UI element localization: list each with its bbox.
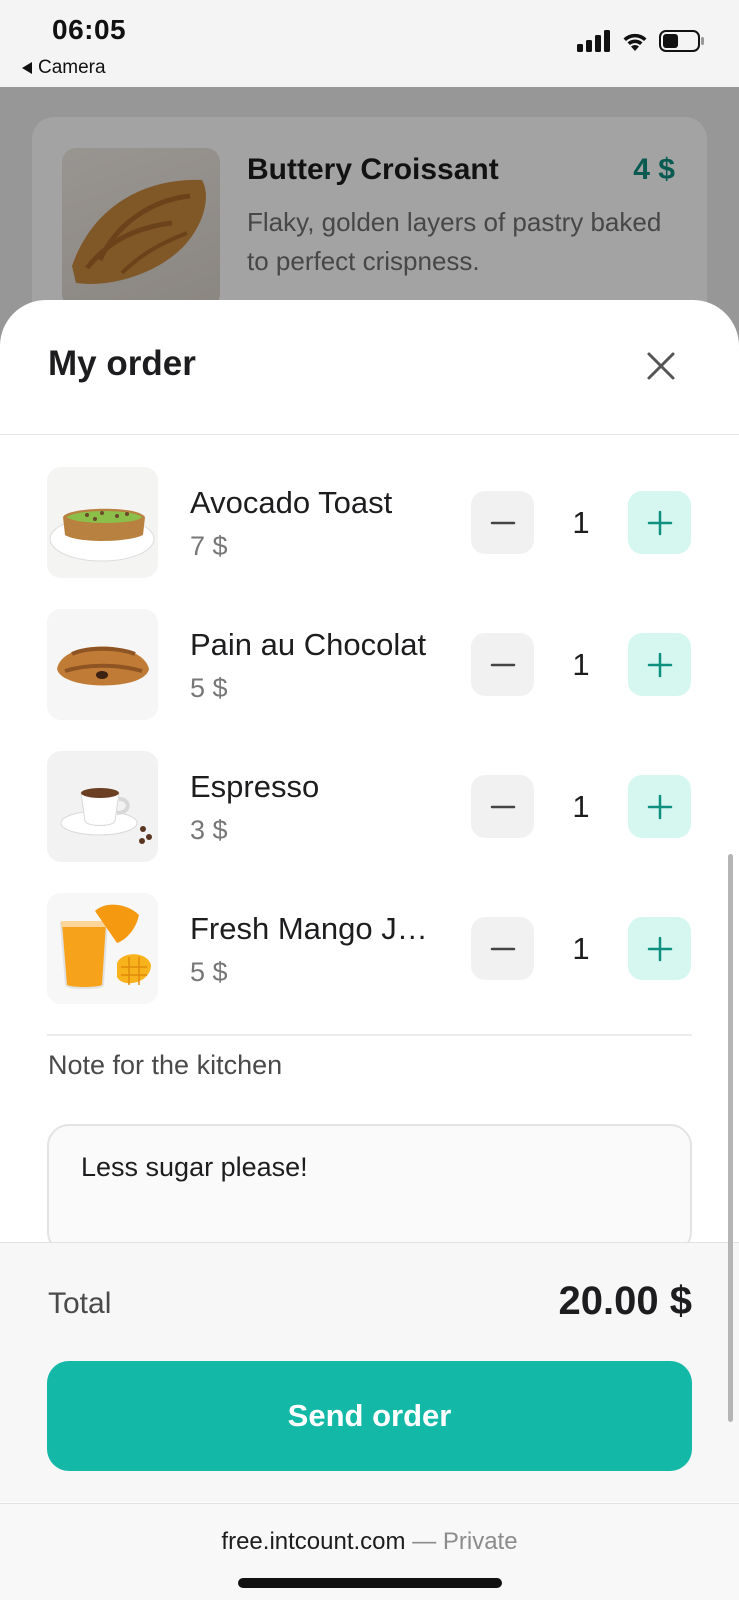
plus-icon xyxy=(647,652,672,677)
status-time: 06:05 xyxy=(52,14,127,45)
browser-address-bar[interactable]: free.intcount.com — Private xyxy=(0,1503,739,1600)
browsing-mode: Private xyxy=(442,1528,518,1555)
increase-quantity-button[interactable] xyxy=(628,917,691,980)
decrease-quantity-button[interactable] xyxy=(471,775,534,838)
scrollbar[interactable] xyxy=(728,854,733,1422)
order-item: Pain au Chocolat 5 $ 1 xyxy=(0,609,739,751)
decrease-quantity-button[interactable] xyxy=(471,633,534,696)
order-items-list: Avocado Toast 7 $ 1 Pain au Chocolat 5 $… xyxy=(0,467,739,1035)
mango-juice-photo xyxy=(47,893,158,1004)
item-name: Avocado Toast xyxy=(190,485,393,520)
quantity-value: 1 xyxy=(572,504,590,540)
minus-icon xyxy=(490,663,515,666)
item-price: 5 $ xyxy=(190,673,228,703)
item-name: Pain au Chocolat xyxy=(190,627,427,662)
domain: free.intcount.com xyxy=(221,1528,406,1555)
item-price: 5 $ xyxy=(190,957,228,987)
back-to-camera-link[interactable]: Camera xyxy=(22,57,106,79)
pain-au-chocolat-photo xyxy=(47,609,158,720)
increase-quantity-button[interactable] xyxy=(628,491,691,554)
item-name: Espresso xyxy=(190,769,320,804)
quantity-value: 1 xyxy=(572,930,590,966)
avocado-toast-photo xyxy=(47,467,158,578)
quantity-value: 1 xyxy=(572,646,590,682)
signal-icon xyxy=(577,30,610,52)
increase-quantity-button[interactable] xyxy=(628,633,691,696)
close-icon xyxy=(647,352,675,380)
plus-icon xyxy=(647,510,672,535)
sheet-title: My order xyxy=(48,344,196,383)
total-value: 20.00 $ xyxy=(558,1279,692,1323)
address-text: free.intcount.com — Private xyxy=(0,1528,739,1556)
minus-icon xyxy=(490,805,515,808)
espresso-photo xyxy=(47,751,158,862)
send-order-button[interactable]: Send order xyxy=(47,1361,692,1471)
minus-icon xyxy=(490,521,515,524)
note-label: Note for the kitchen xyxy=(48,1050,283,1080)
quantity-value: 1 xyxy=(572,788,590,824)
order-footer: Total 20.00 $ Send order xyxy=(0,1242,739,1502)
total-label: Total xyxy=(48,1287,112,1320)
item-price: 7 $ xyxy=(190,531,228,561)
divider xyxy=(47,1034,692,1036)
order-sheet: My order Avocado Toast 7 $ 1 Pain au Cho… xyxy=(0,300,739,1600)
status-icons xyxy=(577,30,705,52)
increase-quantity-button[interactable] xyxy=(628,775,691,838)
close-button[interactable] xyxy=(643,348,679,384)
order-item: Espresso 3 $ 1 xyxy=(0,751,739,893)
minus-icon xyxy=(490,947,515,950)
item-price: 3 $ xyxy=(190,815,228,845)
back-label: Camera xyxy=(38,57,106,78)
address-separator: — xyxy=(412,1528,437,1555)
sheet-header: My order xyxy=(0,300,739,435)
back-arrow-icon xyxy=(22,62,32,74)
home-indicator[interactable] xyxy=(238,1578,502,1588)
order-item: Fresh Mango Juice 5 $ 1 xyxy=(0,893,739,1035)
decrease-quantity-button[interactable] xyxy=(471,917,534,980)
item-name: Fresh Mango Juice xyxy=(190,911,440,946)
battery-icon xyxy=(659,30,704,52)
decrease-quantity-button[interactable] xyxy=(471,491,534,554)
status-bar: 06:05 Camera xyxy=(0,0,739,87)
wifi-icon xyxy=(623,33,647,51)
plus-icon xyxy=(647,794,672,819)
kitchen-note-input[interactable]: Less sugar please! xyxy=(47,1124,692,1254)
plus-icon xyxy=(647,936,672,961)
order-item: Avocado Toast 7 $ 1 xyxy=(0,467,739,609)
